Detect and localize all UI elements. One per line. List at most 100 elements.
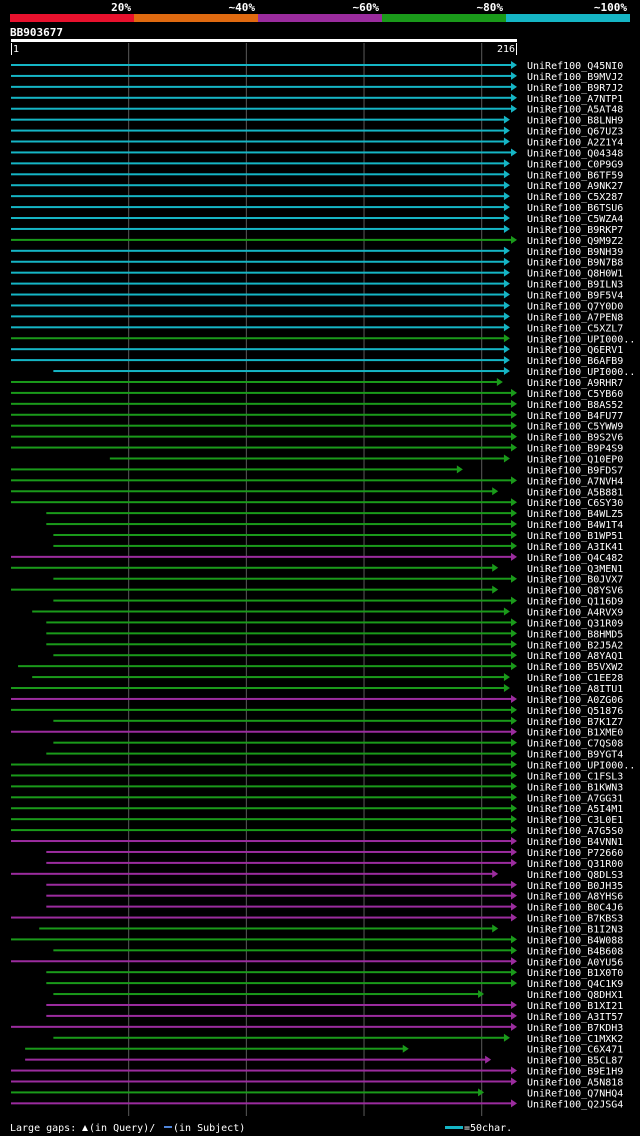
hit-bar bbox=[53, 1036, 505, 1039]
hit-label[interactable]: UniRef100_C5YWW9 bbox=[527, 422, 623, 433]
hit-label[interactable]: UniRef100_B8HMD5 bbox=[527, 629, 623, 640]
hit-bar bbox=[11, 74, 512, 77]
hit-label[interactable]: UniRef100_C0P9G9 bbox=[527, 159, 623, 170]
hit-label[interactable]: UniRef100_B0JH35 bbox=[527, 881, 623, 892]
hit-label[interactable]: UniRef100_Q8H0W1 bbox=[527, 269, 623, 280]
hit-label[interactable]: UniRef100_B9S2V6 bbox=[527, 433, 623, 444]
hit-label[interactable]: UniRef100_P72660 bbox=[527, 848, 623, 859]
hit-label[interactable]: UniRef100_B9N7B8 bbox=[527, 258, 623, 269]
hit-label[interactable]: UniRef100_A7GG31 bbox=[527, 793, 623, 804]
hit-label[interactable]: UniRef100_B1KWN3 bbox=[527, 782, 623, 793]
hit-label[interactable]: UniRef100_A2Z1Y4 bbox=[527, 138, 623, 149]
hit-label[interactable]: UniRef100_A9NK27 bbox=[527, 181, 623, 192]
hit-label[interactable]: UniRef100_B1I2N3 bbox=[527, 924, 623, 935]
hit-label[interactable]: UniRef100_C6SY30 bbox=[527, 498, 623, 509]
hit-label[interactable]: UniRef100_B8LNH9 bbox=[527, 116, 623, 127]
hit-label[interactable]: UniRef100_Q9M9Z2 bbox=[527, 236, 623, 247]
hit-label[interactable]: UniRef100_C3L0E1 bbox=[527, 815, 623, 826]
hit-label[interactable]: UniRef100_B7KBS3 bbox=[527, 914, 623, 925]
hit-bar bbox=[11, 555, 512, 558]
hit-label[interactable]: UniRef100_B4B608 bbox=[527, 946, 623, 957]
hit-label[interactable]: UniRef100_B9P4S9 bbox=[527, 444, 623, 455]
hit-label[interactable]: UniRef100_B4FU77 bbox=[527, 411, 623, 422]
hit-label[interactable]: UniRef100_B0JVX7 bbox=[527, 575, 623, 586]
hit-label[interactable]: UniRef100_Q4C1K9 bbox=[527, 979, 623, 990]
hit-label[interactable]: UniRef100_Q6ERV1 bbox=[527, 345, 623, 356]
hit-label[interactable]: UniRef100_Q7Y0D0 bbox=[527, 301, 623, 312]
hit-label[interactable]: UniRef100_Q67UZ3 bbox=[527, 127, 623, 138]
hit-label[interactable]: UniRef100_B2J5A2 bbox=[527, 640, 623, 651]
hit-label[interactable]: UniRef100_A3IK41 bbox=[527, 542, 623, 553]
hit-label[interactable]: UniRef100_A4RVX9 bbox=[527, 608, 623, 619]
hit-label[interactable]: UniRef100_B7K1Z7 bbox=[527, 717, 623, 728]
hit-label[interactable]: UniRef100_A5N818 bbox=[527, 1077, 623, 1088]
hit-label[interactable]: UniRef100_B9NH39 bbox=[527, 247, 623, 258]
hit-label[interactable]: UniRef100_B9FDS7 bbox=[527, 465, 623, 476]
hit-label[interactable]: UniRef100_A7G5S0 bbox=[527, 826, 623, 837]
hit-label[interactable]: UniRef100_B5CL87 bbox=[527, 1056, 623, 1067]
hit-label[interactable]: UniRef100_Q10EP0 bbox=[527, 454, 623, 465]
hit-label[interactable]: UniRef100_B4W088 bbox=[527, 935, 623, 946]
hit-label[interactable]: UniRef100_C7QS08 bbox=[527, 739, 623, 750]
hit-label[interactable]: UniRef100_A5I4M1 bbox=[527, 804, 623, 815]
hit-label[interactable]: UniRef100_B9MVJ2 bbox=[527, 72, 623, 83]
hit-label[interactable]: UniRef100_A0ZG06 bbox=[527, 695, 623, 706]
hit-label[interactable]: UniRef100_Q45NI0 bbox=[527, 61, 623, 72]
hit-label[interactable]: UniRef100_A8YHS6 bbox=[527, 892, 623, 903]
hit-label[interactable]: UniRef100_C1EE28 bbox=[527, 673, 623, 684]
hit-label[interactable]: UniRef100_A7NTP1 bbox=[527, 94, 623, 105]
hit-label[interactable]: UniRef100_B0C4J6 bbox=[527, 903, 623, 914]
hit-label[interactable]: UniRef100_Q8DHX1 bbox=[527, 990, 623, 1001]
hit-label[interactable]: UniRef100_A7NVH4 bbox=[527, 476, 623, 487]
hit-label[interactable]: UniRef100_Q51876 bbox=[527, 706, 623, 717]
hit-label[interactable]: UniRef100_B9R7J2 bbox=[527, 83, 623, 94]
hit-label[interactable]: UniRef100_A9RHR7 bbox=[527, 378, 623, 389]
hit-label[interactable]: UniRef100_B9ILN3 bbox=[527, 280, 623, 291]
hit-label[interactable]: UniRef100_B1WP51 bbox=[527, 531, 623, 542]
hit-label[interactable]: UniRef100_UPI000.. bbox=[527, 334, 635, 345]
hit-label[interactable]: UniRef100_C1FSL3 bbox=[527, 771, 623, 782]
hit-label[interactable]: UniRef100_A3IT57 bbox=[527, 1012, 623, 1023]
hit-label[interactable]: UniRef100_Q8DLS3 bbox=[527, 870, 623, 881]
hit-label[interactable]: UniRef100_B9RKP7 bbox=[527, 225, 623, 236]
hit-label[interactable]: UniRef100_Q2JSG4 bbox=[527, 1099, 623, 1110]
hit-label[interactable]: UniRef100_Q3MEN1 bbox=[527, 564, 623, 575]
hit-label[interactable]: UniRef100_UPI000.. bbox=[527, 367, 635, 378]
hit-label[interactable]: UniRef100_UPI000.. bbox=[527, 761, 635, 772]
hit-label[interactable]: UniRef100_A5AT48 bbox=[527, 105, 623, 116]
hit-label[interactable]: UniRef100_B4VNN1 bbox=[527, 837, 623, 848]
hit-label[interactable]: UniRef100_C6X471 bbox=[527, 1045, 623, 1056]
hit-label[interactable]: UniRef100_C1MXK2 bbox=[527, 1034, 623, 1045]
hit-label[interactable]: UniRef100_Q7NHQ4 bbox=[527, 1088, 623, 1099]
hit-label[interactable]: UniRef100_B1X0T0 bbox=[527, 968, 623, 979]
hit-label[interactable]: UniRef100_B5VXW2 bbox=[527, 662, 623, 673]
hit-label[interactable]: UniRef100_Q116D9 bbox=[527, 597, 623, 608]
hit-label[interactable]: UniRef100_A8ITU1 bbox=[527, 684, 623, 695]
hit-label[interactable]: UniRef100_B1XI21 bbox=[527, 1001, 623, 1012]
hit-label[interactable]: UniRef100_B9F5V4 bbox=[527, 291, 623, 302]
hit-label[interactable]: UniRef100_A8YAQ1 bbox=[527, 651, 623, 662]
hit-label[interactable]: UniRef100_B6AFB9 bbox=[527, 356, 623, 367]
hit-label[interactable]: UniRef100_B9E1H9 bbox=[527, 1067, 623, 1078]
hit-label[interactable]: UniRef100_C5YB60 bbox=[527, 389, 623, 400]
hit-label[interactable]: UniRef100_B4W1T4 bbox=[527, 520, 623, 531]
hit-label[interactable]: UniRef100_C5WZA4 bbox=[527, 214, 623, 225]
hit-label[interactable]: UniRef100_Q04348 bbox=[527, 148, 623, 159]
hit-label[interactable]: UniRef100_B4WLZ5 bbox=[527, 509, 623, 520]
hit-label[interactable]: UniRef100_A5B881 bbox=[527, 487, 623, 498]
hit-label[interactable]: UniRef100_B6TF59 bbox=[527, 170, 623, 181]
hit-label[interactable]: UniRef100_B6TSU6 bbox=[527, 203, 623, 214]
hit-label[interactable]: UniRef100_B7KDH3 bbox=[527, 1023, 623, 1034]
hit-label[interactable]: UniRef100_C5XZL7 bbox=[527, 323, 623, 334]
hit-label[interactable]: UniRef100_Q8YSV6 bbox=[527, 586, 623, 597]
hit-label[interactable]: UniRef100_Q31R09 bbox=[527, 618, 623, 629]
hit-bar bbox=[11, 96, 512, 99]
hit-label[interactable]: UniRef100_B9YGT4 bbox=[527, 750, 623, 761]
hit-label[interactable]: UniRef100_Q4C482 bbox=[527, 553, 623, 564]
hit-label[interactable]: UniRef100_A0YU56 bbox=[527, 957, 623, 968]
hit-label[interactable]: UniRef100_B1XME0 bbox=[527, 728, 623, 739]
hit-label[interactable]: UniRef100_Q31R00 bbox=[527, 859, 623, 870]
hit-label[interactable]: UniRef100_C5X287 bbox=[527, 192, 623, 203]
hit-label[interactable]: UniRef100_A7PEN8 bbox=[527, 312, 623, 323]
hit-label[interactable]: UniRef100_B8AS52 bbox=[527, 400, 623, 411]
